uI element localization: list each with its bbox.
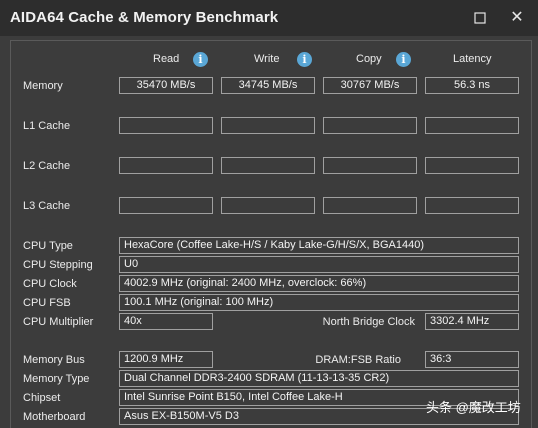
maximize-icon (474, 12, 486, 24)
cpu-type-label: CPU Type (23, 240, 73, 252)
l3-read-field (119, 197, 213, 214)
read-info-icon[interactable]: i (193, 52, 208, 67)
dram-fsb-ratio-label: DRAM:FSB Ratio (315, 354, 401, 366)
column-latency-header: Latency (453, 53, 492, 65)
column-copy-header: Copy (356, 53, 382, 65)
motherboard-label: Motherboard (23, 411, 86, 423)
memory-copy-field: 30767 MB/s (323, 77, 417, 94)
l3-copy-field (323, 197, 417, 214)
cpu-fsb-label: CPU FSB (23, 297, 71, 309)
write-info-icon[interactable]: i (297, 52, 312, 67)
memory-bus-label: Memory Bus (23, 354, 85, 366)
cpu-clock-field: 4002.9 MHz (original: 2400 MHz, overcloc… (119, 275, 519, 292)
cpu-clock-label: CPU Clock (23, 278, 77, 290)
column-write-header: Write (254, 53, 280, 65)
cpu-fsb-field: 100.1 MHz (original: 100 MHz) (119, 294, 519, 311)
cpu-type-field: HexaCore (Coffee Lake-H/S / Kaby Lake-G/… (119, 237, 519, 254)
l1-cache-label: L1 Cache (23, 120, 71, 132)
memory-latency-field: 56.3 ns (425, 77, 519, 94)
l2-write-field (221, 157, 315, 174)
l3-cache-label: L3 Cache (23, 200, 71, 212)
l2-copy-field (323, 157, 417, 174)
watermark: 头条 @魔改工坊 (426, 400, 521, 415)
l3-write-field (221, 197, 315, 214)
close-button[interactable]: ✕ (505, 6, 529, 30)
north-bridge-clock-field: 3302.4 MHz (425, 313, 519, 330)
dram-fsb-ratio-field: 36:3 (425, 351, 519, 368)
l2-cache-label: L2 Cache (23, 160, 71, 172)
title-bar: AIDA64 Cache & Memory Benchmark ✕ (0, 0, 538, 36)
memory-row-label: Memory (23, 80, 63, 92)
north-bridge-clock-label: North Bridge Clock (322, 316, 415, 328)
maximize-button[interactable] (468, 6, 492, 30)
cpu-multiplier-label: CPU Multiplier (23, 316, 94, 328)
l2-latency-field (425, 157, 519, 174)
l2-read-field (119, 157, 213, 174)
memory-bus-field: 1200.9 MHz (119, 351, 213, 368)
l1-write-field (221, 117, 315, 134)
l1-read-field (119, 117, 213, 134)
l1-copy-field (323, 117, 417, 134)
cpu-stepping-field: U0 (119, 256, 519, 273)
memory-read-field: 35470 MB/s (119, 77, 213, 94)
close-icon: ✕ (510, 9, 524, 26)
cpu-multiplier-field: 40x (119, 313, 213, 330)
column-read-header: Read (153, 53, 180, 65)
copy-info-icon[interactable]: i (396, 52, 411, 67)
memory-type-label: Memory Type (23, 373, 90, 385)
window-title: AIDA64 Cache & Memory Benchmark (10, 9, 279, 26)
chipset-label: Chipset (23, 392, 61, 404)
memory-write-field: 34745 MB/s (221, 77, 315, 94)
l1-latency-field (425, 117, 519, 134)
l3-latency-field (425, 197, 519, 214)
memory-type-field: Dual Channel DDR3-2400 SDRAM (11-13-13-3… (119, 370, 519, 387)
cpu-stepping-label: CPU Stepping (23, 259, 93, 271)
